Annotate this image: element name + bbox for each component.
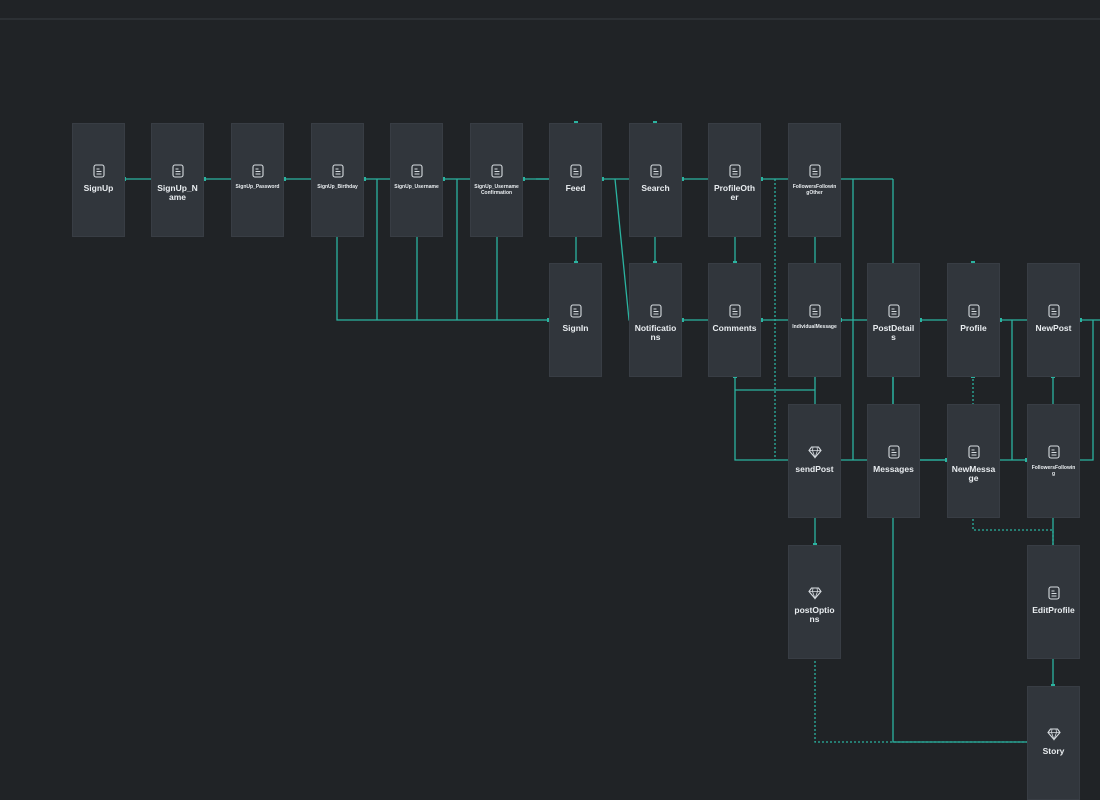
page-icon: [410, 164, 424, 178]
screen-node-label: Profile: [960, 323, 987, 333]
screen-node-label: Comments: [712, 323, 757, 333]
screen-node-individual-message[interactable]: IndividualMessage: [788, 263, 841, 377]
screen-node-label: PostDetails: [872, 323, 915, 342]
screen-node-new-post[interactable]: NewPost: [1027, 263, 1080, 377]
screen-node-post-details[interactable]: PostDetails: [867, 263, 920, 377]
screen-node-signup-username[interactable]: SignUp_Username: [390, 123, 443, 237]
page-icon: [92, 164, 106, 178]
page-icon: [649, 164, 663, 178]
screen-node-label: SignIn: [562, 323, 589, 333]
screen-node-label: SignUp: [83, 183, 114, 193]
screen-node-label: SignUp_UsernameConfirmation: [474, 184, 519, 196]
page-icon: [569, 304, 583, 318]
screen-node-signin[interactable]: SignIn: [549, 263, 602, 377]
diamond-icon: [807, 586, 822, 600]
screen-node-label: IndividualMessage: [792, 324, 837, 330]
page-icon: [1047, 586, 1061, 600]
screen-node-post-options[interactable]: postOptions: [788, 545, 841, 659]
screen-node-story[interactable]: Story: [1027, 686, 1080, 800]
screen-node-notifications[interactable]: Notifications: [629, 263, 682, 377]
page-icon: [728, 304, 742, 318]
screen-node-label: EditProfile: [1032, 605, 1075, 615]
screen-node-label: sendPost: [795, 464, 834, 474]
connector-line: [1080, 320, 1094, 461]
page-icon: [728, 164, 742, 178]
screen-node-label: Messages: [873, 464, 914, 474]
screen-node-label: postOptions: [794, 605, 835, 624]
screen-node-profile-other[interactable]: ProfileOther: [708, 123, 761, 237]
screen-node-label: NewMessage: [951, 464, 996, 483]
diamond-icon: [1046, 727, 1061, 741]
screen-node-label: FollowersFollowing: [1031, 465, 1076, 477]
screen-node-label: Notifications: [634, 323, 677, 342]
page-icon: [967, 304, 981, 318]
page-icon: [331, 164, 345, 178]
screen-node-signup-name[interactable]: SignUp_Name: [151, 123, 204, 237]
page-icon: [1047, 445, 1061, 459]
screen-node-search[interactable]: Search: [629, 123, 682, 237]
screen-node-signup-password[interactable]: SignUp_Password: [231, 123, 284, 237]
screen-node-signup-username-confirmation[interactable]: SignUp_UsernameConfirmation: [470, 123, 523, 237]
flow-canvas: [122, 121, 1100, 744]
page-icon: [1047, 304, 1061, 318]
screen-node-send-post[interactable]: sendPost: [788, 404, 841, 518]
screen-node-label: Feed: [565, 183, 586, 193]
page-icon: [887, 304, 901, 318]
screen-node-label: SignUp_Birthday: [317, 184, 358, 190]
screen-node-followers-following-other[interactable]: FollowersFollowingOther: [788, 123, 841, 237]
page-icon: [569, 164, 583, 178]
page-icon: [649, 304, 663, 318]
screen-node-label: Search: [641, 183, 670, 193]
page-icon: [967, 445, 981, 459]
screen-node-profile[interactable]: Profile: [947, 263, 1000, 377]
page-icon: [887, 445, 901, 459]
page-icon: [808, 304, 822, 318]
screen-node-followers-following[interactable]: FollowersFollowing: [1027, 404, 1080, 518]
screen-node-edit-profile[interactable]: EditProfile: [1027, 545, 1080, 659]
screen-node-signup[interactable]: SignUp: [72, 123, 125, 237]
screen-node-comments[interactable]: Comments: [708, 263, 761, 377]
connector-line: [814, 545, 1030, 743]
screen-node-label: Story: [1042, 746, 1065, 756]
screen-node-feed[interactable]: Feed: [549, 123, 602, 237]
screen-node-label: SignUp_Name: [157, 183, 198, 202]
diamond-icon: [807, 445, 822, 459]
page-icon: [490, 164, 504, 178]
screen-node-messages[interactable]: Messages: [867, 404, 920, 518]
screen-node-label: SignUp_Username: [394, 184, 439, 190]
screen-node-new-message[interactable]: NewMessage: [947, 404, 1000, 518]
screen-node-label: NewPost: [1035, 323, 1072, 333]
page-icon: [808, 164, 822, 178]
page-icon: [251, 164, 265, 178]
screen-node-label: FollowersFollowingOther: [792, 184, 837, 196]
screen-node-signup-birthday[interactable]: SignUp_Birthday: [311, 123, 364, 237]
page-icon: [171, 164, 185, 178]
screen-node-label: ProfileOther: [713, 183, 756, 202]
screen-node-label: SignUp_Password: [235, 184, 280, 190]
